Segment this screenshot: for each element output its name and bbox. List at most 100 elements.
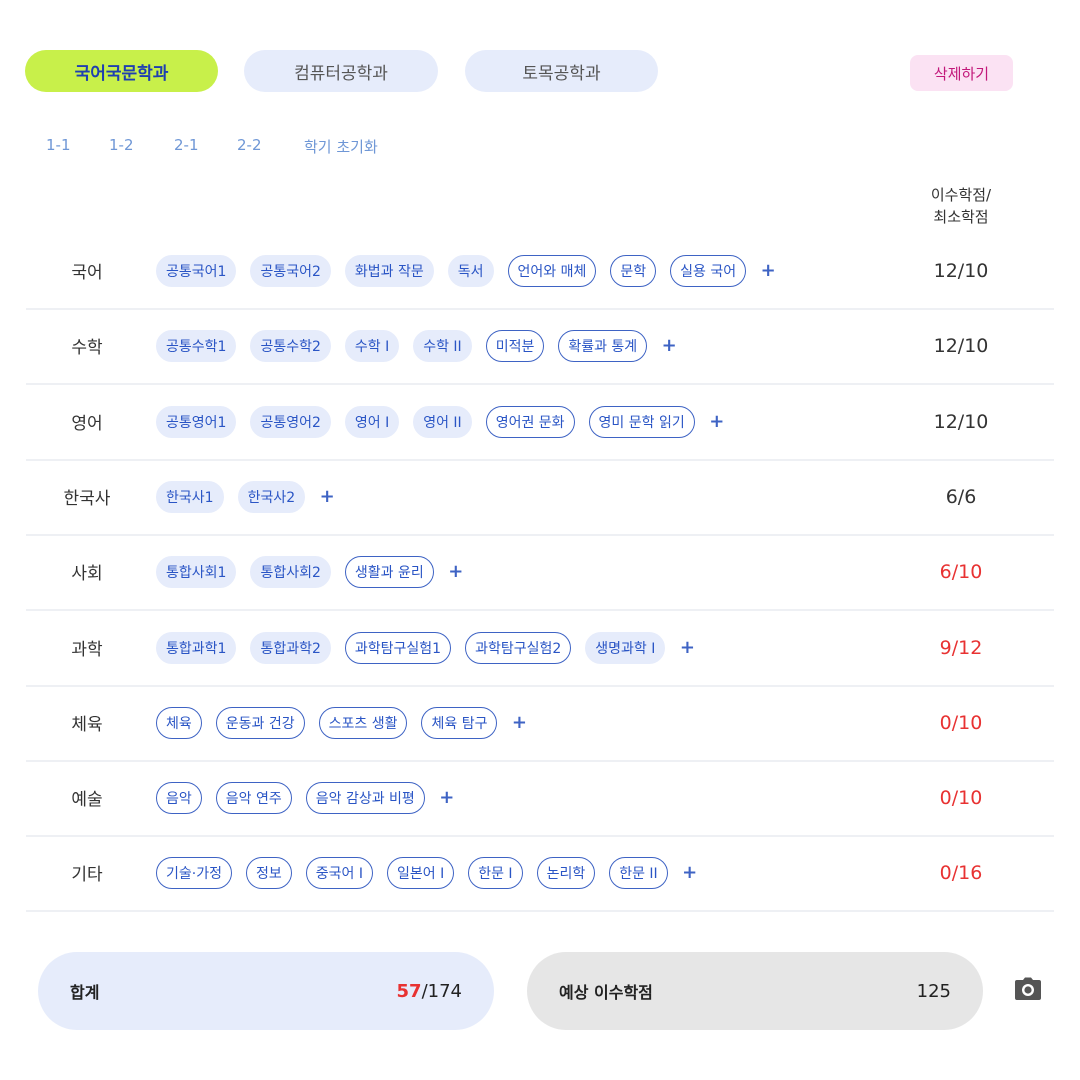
course-chip-list: 체육 운동과 건강 스포츠 생활 체육 탐구 + xyxy=(156,685,527,760)
course-chip[interactable]: 통합사회1 xyxy=(156,555,237,588)
course-chip[interactable]: 공통영어2 xyxy=(250,405,331,438)
dept-tab-civil[interactable]: 토목공학과 xyxy=(465,50,658,92)
course-chip[interactable]: 논리학 xyxy=(536,856,596,889)
course-chip[interactable]: 영미 문학 읽기 xyxy=(588,405,695,438)
subject-row: 한국사 한국사1 한국사2 +6/6 xyxy=(26,459,1054,536)
subject-row: 기타 기술·가정 정보 중국어 I 일본어 I 한문 I 논리학 한문 II +0/16 xyxy=(26,835,1054,912)
course-chip[interactable]: 과학탐구실험1 xyxy=(344,631,452,664)
subject-name: 기타 xyxy=(71,865,103,885)
course-chip[interactable]: 생명과학 I xyxy=(585,631,666,664)
credit-value: 12/10 xyxy=(933,334,989,357)
course-chip[interactable]: 확률과 통계 xyxy=(558,329,648,362)
add-course-button[interactable]: + xyxy=(679,637,695,658)
add-course-button[interactable]: + xyxy=(682,862,698,883)
total-summary: 합계 57/174 xyxy=(38,952,494,1030)
subject-name: 과학 xyxy=(71,640,103,660)
page: 국어국문학과 컴퓨터공학과 토목공학과 삭제하기 1-1 1-2 2-1 2-2… xyxy=(0,0,1080,1080)
course-chip[interactable]: 체육 xyxy=(156,706,202,739)
course-chip[interactable]: 체육 탐구 xyxy=(421,706,498,739)
subject-name: 예술 xyxy=(71,790,103,810)
subject-row: 사회 통합사회1 통합사회2 생활과 윤리 +6/10 xyxy=(26,534,1054,611)
semester-tab-2-1[interactable]: 2-1 xyxy=(174,136,199,154)
course-chip[interactable]: 운동과 건강 xyxy=(215,706,305,739)
course-chip[interactable]: 한문 II xyxy=(609,856,668,889)
course-chip[interactable]: 스포츠 생활 xyxy=(318,706,408,739)
credit-header-line2: 최소학점 xyxy=(933,208,989,226)
add-course-button[interactable]: + xyxy=(709,411,725,432)
course-chip[interactable]: 기술·가정 xyxy=(156,856,232,889)
course-chip-list: 음악 음악 연주 음악 감상과 비평 + xyxy=(156,760,455,835)
add-course-button[interactable]: + xyxy=(760,260,776,281)
expected-value: 125 xyxy=(916,980,951,1002)
course-chip[interactable]: 공통국어2 xyxy=(250,254,331,287)
subject-name: 영어 xyxy=(71,414,103,434)
subject-name: 한국사 xyxy=(63,489,111,509)
course-chip[interactable]: 일본어 I xyxy=(386,856,455,889)
credit-value: 6/6 xyxy=(945,485,977,508)
expected-label: 예상 이수학점 xyxy=(559,983,653,1002)
course-chip[interactable]: 미적분 xyxy=(485,329,545,362)
subject-row: 수학 공통수학1 공통수학2 수학 I 수학 II 미적분 확률과 통계 +12/10 xyxy=(26,308,1054,385)
credit-header-line1: 이수학점/ xyxy=(930,186,992,204)
credit-column-header: 이수학점/ 최소학점 xyxy=(912,184,1010,228)
add-course-button[interactable]: + xyxy=(319,486,335,507)
course-chip[interactable]: 한문 I xyxy=(468,856,523,889)
subject-row: 과학 통합과학1 통합과학2 과학탐구실험1 과학탐구실험2 생명과학 I +9/12 xyxy=(26,610,1054,687)
course-chip-list: 한국사1 한국사2 + xyxy=(156,459,335,534)
camera-icon[interactable] xyxy=(1014,977,1042,1001)
course-chip[interactable]: 공통국어1 xyxy=(156,254,237,287)
course-chip-list: 기술·가정 정보 중국어 I 일본어 I 한문 I 논리학 한문 II + xyxy=(156,835,698,910)
dept-tab-computer[interactable]: 컴퓨터공학과 xyxy=(244,50,438,92)
course-chip[interactable]: 과학탐구실험2 xyxy=(465,631,572,664)
course-chip-list: 공통수학1 공통수학2 수학 I 수학 II 미적분 확률과 통계 + xyxy=(156,308,677,383)
subject-row: 국어 공통국어1 공통국어2 화법과 작문 독서 언어와 매체 문학 실용 국어 +12/10 xyxy=(26,233,1054,310)
dept-tab-korean[interactable]: 국어국문학과 xyxy=(25,50,218,92)
course-chip[interactable]: 수학 II xyxy=(413,329,472,362)
subject-name: 사회 xyxy=(71,564,103,584)
course-chip[interactable]: 통합과학1 xyxy=(156,631,237,664)
course-chip[interactable]: 음악 xyxy=(156,781,202,814)
course-chip[interactable]: 생활과 윤리 xyxy=(344,555,434,588)
course-chip[interactable]: 한국사2 xyxy=(237,480,306,513)
semester-tab-1-2[interactable]: 1-2 xyxy=(109,136,134,154)
course-chip[interactable]: 한국사1 xyxy=(156,480,224,513)
course-chip[interactable]: 영어 I xyxy=(344,405,400,438)
course-chip[interactable]: 영어권 문화 xyxy=(485,405,575,438)
course-chip[interactable]: 통합과학2 xyxy=(250,631,331,664)
course-chip[interactable]: 독서 xyxy=(447,254,494,287)
add-course-button[interactable]: + xyxy=(439,787,455,808)
subject-row: 영어 공통영어1 공통영어2 영어 I 영어 II 영어권 문화 영미 문학 읽기 +12/1… xyxy=(26,384,1054,461)
delete-button[interactable]: 삭제하기 xyxy=(910,55,1013,91)
course-chip[interactable]: 공통수학2 xyxy=(250,329,331,362)
semester-tab-2-2[interactable]: 2-2 xyxy=(237,136,262,154)
credit-value: 0/10 xyxy=(939,711,983,734)
course-chip[interactable]: 음악 감상과 비평 xyxy=(305,781,425,814)
subject-row: 예술 음악 음악 연주 음악 감상과 비평 +0/10 xyxy=(26,760,1054,837)
subject-name: 국어 xyxy=(71,263,103,283)
course-chip[interactable]: 화법과 작문 xyxy=(344,254,434,287)
add-course-button[interactable]: + xyxy=(661,335,677,356)
course-chip[interactable]: 통합사회2 xyxy=(250,555,331,588)
total-earned: 57 xyxy=(396,980,422,1002)
course-chip[interactable]: 음악 연주 xyxy=(215,781,292,814)
course-chip[interactable]: 수학 I xyxy=(344,329,400,362)
add-course-button[interactable]: + xyxy=(448,561,464,582)
course-chip[interactable]: 정보 xyxy=(245,856,292,889)
semester-tab-1-1[interactable]: 1-1 xyxy=(46,136,71,154)
course-chip[interactable]: 언어와 매체 xyxy=(507,254,597,287)
credit-value: 12/10 xyxy=(933,410,989,433)
total-required: 174 xyxy=(427,980,462,1002)
course-chip-list: 통합사회1 통합사회2 생활과 윤리 + xyxy=(156,534,464,609)
add-course-button[interactable]: + xyxy=(511,712,527,733)
course-chip[interactable]: 공통수학1 xyxy=(156,329,237,362)
course-chip[interactable]: 공통영어1 xyxy=(156,405,237,438)
semester-reset-button[interactable]: 학기 초기화 xyxy=(304,136,378,157)
course-chip[interactable]: 중국어 I xyxy=(305,856,373,889)
credit-value: 9/12 xyxy=(939,636,983,659)
course-chip[interactable]: 영어 II xyxy=(413,405,472,438)
course-chip[interactable]: 문학 xyxy=(610,254,657,287)
course-chip[interactable]: 실용 국어 xyxy=(670,254,747,287)
credit-value: 0/10 xyxy=(939,786,983,809)
credit-value: 0/16 xyxy=(939,861,983,884)
credit-value: 12/10 xyxy=(933,259,989,282)
